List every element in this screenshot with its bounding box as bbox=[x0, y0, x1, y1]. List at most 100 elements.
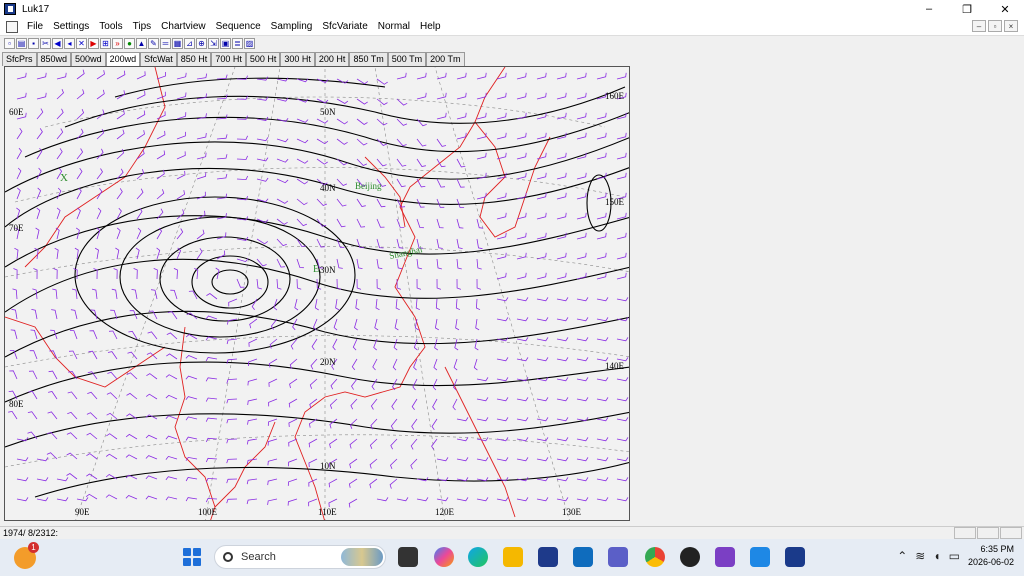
wind-barb bbox=[16, 72, 27, 80]
wind-barb bbox=[434, 318, 440, 331]
camera-icon[interactable]: ▣ bbox=[220, 38, 231, 49]
close-button[interactable]: ✕ bbox=[986, 0, 1024, 18]
menu-sfcvariate[interactable]: SfcVariate bbox=[317, 21, 372, 32]
tab-500ht[interactable]: 500 Ht bbox=[245, 52, 281, 66]
wind-barb bbox=[596, 72, 607, 80]
ruler-icon[interactable]: ═ bbox=[160, 38, 171, 49]
grid-icon[interactable]: ⊞ bbox=[100, 38, 111, 49]
tab-500wd[interactable]: 500wd bbox=[71, 52, 106, 66]
visual-studio-icon[interactable] bbox=[715, 547, 735, 567]
wind-barb bbox=[396, 98, 408, 106]
wind-barb bbox=[13, 268, 18, 280]
menu-settings[interactable]: Settings bbox=[48, 21, 94, 32]
zoom-icon[interactable]: ⊕ bbox=[196, 38, 207, 49]
prev-icon[interactable]: ◂ bbox=[64, 38, 75, 49]
fast-forward-icon[interactable]: » bbox=[112, 38, 123, 49]
wind-barb bbox=[436, 258, 443, 270]
tab-200tm[interactable]: 200 Tm bbox=[426, 52, 465, 66]
open-icon[interactable]: ▤ bbox=[16, 38, 27, 49]
tab-sfcprs[interactable]: SfcPrs bbox=[2, 52, 37, 66]
wind-barb bbox=[616, 252, 627, 260]
wind-barb bbox=[96, 148, 104, 160]
wind-barb bbox=[476, 72, 487, 80]
tab-700ht[interactable]: 700 Ht bbox=[211, 52, 246, 66]
chart-icon[interactable]: ⊿ bbox=[184, 38, 195, 49]
weather-map[interactable]: 60E 70E 80E 160E 150E 140E 50N 40N 30N 2… bbox=[4, 66, 630, 521]
edge-icon[interactable] bbox=[468, 547, 488, 567]
play-icon[interactable]: ▶ bbox=[88, 38, 99, 49]
teams-icon[interactable] bbox=[608, 547, 628, 567]
tab-850tm[interactable]: 850 Tm bbox=[349, 52, 388, 66]
table-icon[interactable]: ▦ bbox=[172, 38, 183, 49]
upload-icon[interactable]: ▲ bbox=[136, 38, 147, 49]
wind-barb bbox=[9, 370, 18, 380]
tab-sfcwat[interactable]: SfcWat bbox=[140, 52, 177, 66]
app-window-icon[interactable] bbox=[750, 547, 770, 567]
media-player-icon[interactable] bbox=[680, 547, 700, 567]
wind-barb bbox=[236, 175, 249, 181]
menu-tips[interactable]: Tips bbox=[128, 21, 157, 32]
save-icon[interactable]: ▪ bbox=[28, 38, 39, 49]
file-explorer-icon[interactable] bbox=[503, 547, 523, 567]
outlook-icon[interactable] bbox=[573, 547, 593, 567]
menu-tools[interactable]: Tools bbox=[94, 21, 127, 32]
wind-barb bbox=[115, 247, 120, 260]
search-input[interactable]: Search bbox=[214, 545, 386, 569]
wind-barb bbox=[456, 437, 469, 442]
wind-barb bbox=[536, 172, 547, 180]
wind-barb bbox=[56, 128, 64, 140]
luk17-taskbar-icon[interactable] bbox=[785, 547, 805, 567]
wind-barb bbox=[411, 418, 418, 430]
menu-file[interactable]: File bbox=[22, 21, 48, 32]
menu-sampling[interactable]: Sampling bbox=[266, 21, 318, 32]
wind-barb bbox=[369, 478, 378, 489]
wind-barb bbox=[416, 258, 423, 270]
globe-icon[interactable]: ● bbox=[124, 38, 135, 49]
wind-barb bbox=[432, 398, 438, 411]
task-view-icon[interactable] bbox=[398, 547, 418, 567]
battery-icon[interactable]: ▭ bbox=[949, 549, 960, 563]
wifi-icon[interactable]: ≋ bbox=[915, 549, 925, 563]
clock[interactable]: 6:35 PM 2026-06-02 bbox=[968, 543, 1014, 569]
tab-500tm[interactable]: 500 Tm bbox=[387, 52, 427, 66]
wind-barb bbox=[473, 358, 478, 371]
wind-barb bbox=[289, 378, 298, 389]
menu-help[interactable]: Help bbox=[415, 21, 446, 32]
wind-barb bbox=[516, 457, 529, 462]
mdi-close-button[interactable]: × bbox=[1004, 20, 1018, 32]
first-icon[interactable]: ◀ bbox=[52, 38, 63, 49]
start-icon[interactable] bbox=[183, 548, 201, 566]
chrome-icon[interactable] bbox=[645, 547, 665, 567]
chevron-up-icon[interactable]: ⌃ bbox=[897, 549, 907, 563]
wind-barb bbox=[372, 358, 378, 371]
menu-normal[interactable]: Normal bbox=[373, 21, 415, 32]
map-canvas[interactable]: 60E 70E 80E 160E 150E 140E 50N 40N 30N 2… bbox=[5, 67, 630, 521]
stop-icon[interactable]: ✕ bbox=[76, 38, 87, 49]
city-beijing: Beijing bbox=[355, 181, 382, 191]
tab-850ht[interactable]: 850 Ht bbox=[176, 52, 212, 66]
mdi-restore-button[interactable]: ▫ bbox=[988, 20, 1002, 32]
wind-barb bbox=[436, 457, 449, 462]
tab-200wd[interactable]: 200wd bbox=[105, 52, 141, 66]
minimize-button[interactable]: – bbox=[910, 0, 948, 18]
copilot-icon[interactable] bbox=[434, 547, 454, 567]
layers-icon[interactable]: ≣ bbox=[232, 38, 243, 49]
info-icon[interactable]: ▨ bbox=[244, 38, 255, 49]
wind-barb bbox=[616, 437, 629, 442]
tab-200ht[interactable]: 200 Ht bbox=[314, 52, 350, 66]
mdi-minimize-button[interactable]: – bbox=[972, 20, 986, 32]
maximize-button[interactable]: ❐ bbox=[948, 0, 986, 18]
menu-chartview[interactable]: Chartview bbox=[156, 21, 210, 32]
cut-icon[interactable]: ✂ bbox=[40, 38, 51, 49]
tab-300ht[interactable]: 300 Ht bbox=[280, 52, 315, 66]
wind-barb bbox=[36, 108, 44, 120]
wind-barb bbox=[116, 227, 121, 240]
export-icon[interactable]: ⇲ bbox=[208, 38, 219, 49]
pen-icon[interactable]: ✎ bbox=[148, 38, 159, 49]
wind-barb bbox=[335, 298, 340, 311]
new-icon[interactable]: ▫ bbox=[4, 38, 15, 49]
menu-sequence[interactable]: Sequence bbox=[211, 21, 266, 32]
volume-icon[interactable]: ◖ bbox=[933, 549, 940, 563]
tab-850wd[interactable]: 850wd bbox=[36, 52, 72, 66]
store-icon[interactable] bbox=[538, 547, 558, 567]
